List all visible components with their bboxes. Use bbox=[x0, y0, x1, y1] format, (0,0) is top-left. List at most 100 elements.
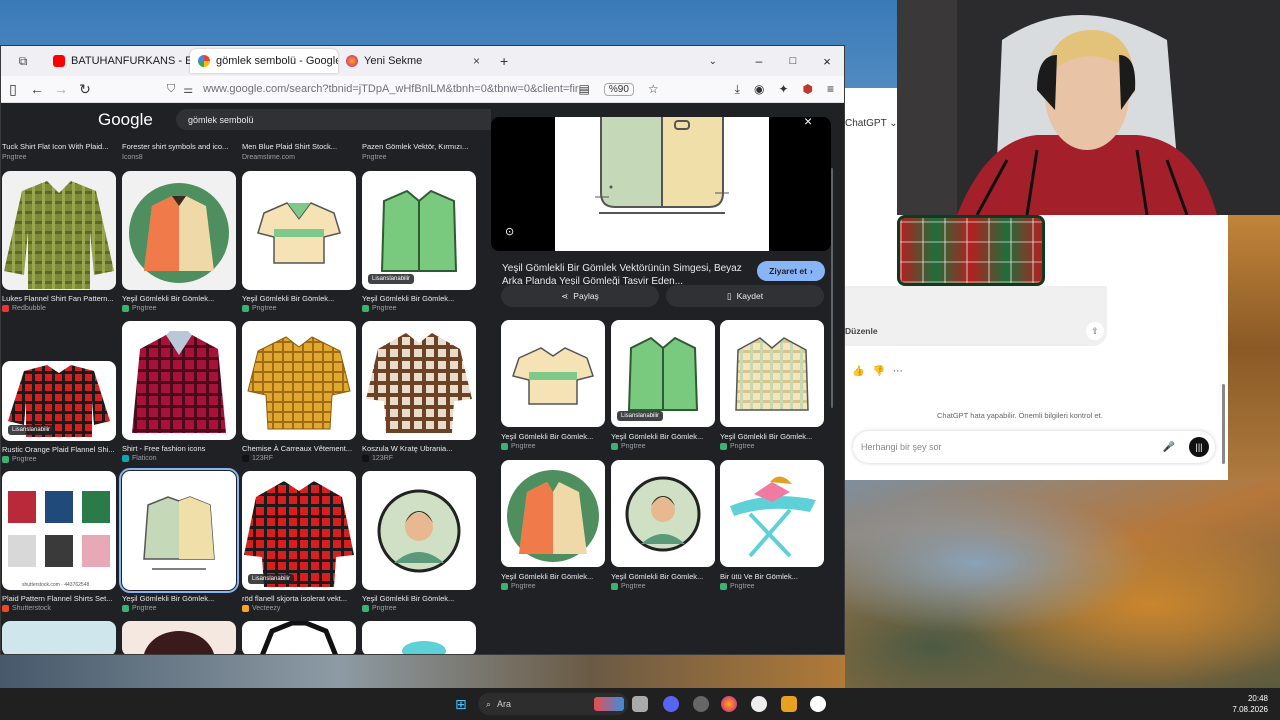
share-button[interactable]: ⋖ Paylaş bbox=[501, 285, 659, 307]
thumbs-down-icon[interactable]: 👎 bbox=[872, 366, 892, 377]
result-caption[interactable]: Tuck Shirt Flat Icon With Plaid... bbox=[2, 142, 108, 151]
search-input[interactable]: gömlek sembolü bbox=[188, 115, 499, 125]
result-caption[interactable]: Pazen Gömlek Vektör, Kırmızı... bbox=[362, 142, 468, 151]
model-selector[interactable]: ChatGPT ⌄ bbox=[845, 118, 898, 129]
result-source[interactable]: Pngtree bbox=[362, 154, 387, 161]
related-thumbnail[interactable] bbox=[720, 460, 824, 567]
url-field[interactable]: www.google.com/search?tbnid=jTDpA_wHfBnl… bbox=[203, 83, 578, 95]
result-thumbnail[interactable]: shutterstock.com · 443762548 bbox=[2, 471, 116, 590]
voice-mode-button[interactable]: ||| bbox=[1189, 437, 1209, 457]
forward-icon[interactable]: → bbox=[49, 81, 73, 97]
result-thumbnail[interactable] bbox=[122, 171, 236, 290]
result-source[interactable]: Pngtree bbox=[2, 154, 27, 161]
tab-google[interactable]: gömlek sembolü - Google'da A × bbox=[190, 49, 338, 73]
google-logo[interactable]: Google bbox=[98, 110, 153, 130]
download-icon[interactable]: ⤓ bbox=[735, 82, 740, 97]
firefox-icon[interactable] bbox=[721, 696, 737, 712]
windows-start-icon[interactable]: ⊞ bbox=[455, 696, 467, 713]
youtube-icon bbox=[53, 55, 65, 67]
mic-icon[interactable]: 🎤 bbox=[1163, 442, 1175, 453]
related-source: Pngtree bbox=[501, 443, 536, 450]
result-thumbnail[interactable] bbox=[362, 621, 476, 654]
reader-icon[interactable]: ▤ bbox=[579, 82, 590, 96]
close-window-button[interactable]: × bbox=[810, 54, 844, 69]
maximize-button[interactable]: □ bbox=[776, 55, 810, 67]
result-thumbnail[interactable] bbox=[362, 321, 476, 440]
scrollbar[interactable] bbox=[831, 168, 833, 408]
iron-image bbox=[402, 641, 446, 654]
system-clock[interactable]: 20:48 7.08.2026 bbox=[1232, 693, 1268, 715]
menu-icon[interactable]: ≡ bbox=[827, 82, 834, 96]
account-icon[interactable]: ◉ bbox=[754, 82, 764, 96]
result-source: Pngtree bbox=[122, 305, 157, 312]
preview-image[interactable]: ⊙ bbox=[491, 117, 831, 251]
green-shirt-image bbox=[380, 189, 458, 272]
minimize-button[interactable]: – bbox=[742, 54, 776, 68]
close-icon[interactable]: × bbox=[804, 113, 812, 129]
app-icon[interactable] bbox=[693, 696, 709, 712]
new-tab-button[interactable]: + bbox=[500, 53, 508, 69]
result-source: Pngtree bbox=[242, 305, 277, 312]
result-thumbnail[interactable]: Lisanslanabilir bbox=[2, 361, 116, 441]
related-thumbnail[interactable]: Lisanslanabilir bbox=[611, 320, 715, 427]
share-icon[interactable]: ⇪ bbox=[1086, 322, 1104, 340]
scrollbar[interactable] bbox=[1222, 384, 1225, 464]
reload-icon[interactable]: ↻ bbox=[73, 81, 97, 98]
sidebar-icon[interactable]: ▯ bbox=[1, 81, 25, 98]
tab-youtube[interactable]: BATUHANFURKANS - ERAY HC × bbox=[45, 49, 190, 73]
result-caption: Lukes Flannel Shirt Fan Pattern... bbox=[2, 294, 114, 303]
result-caption: Koszula W Kratę Ubrania... bbox=[362, 444, 453, 453]
result-thumbnail[interactable] bbox=[122, 321, 236, 440]
thumbs-up-icon[interactable]: 👍 bbox=[852, 366, 872, 377]
site-settings-icon[interactable]: ⚌ bbox=[183, 83, 193, 96]
more-icon[interactable]: ⋯ bbox=[893, 366, 911, 377]
taskbar-search[interactable]: ⌕ Ara bbox=[478, 693, 628, 715]
result-thumbnail[interactable] bbox=[122, 621, 236, 654]
related-caption: Yeşil Gömlekli Bir Gömlek... bbox=[720, 432, 813, 441]
obs-icon[interactable] bbox=[751, 696, 767, 712]
tab-overview-icon[interactable]: ⧉ bbox=[1, 54, 45, 69]
result-thumbnail[interactable] bbox=[362, 471, 476, 590]
chatgpt-icon[interactable] bbox=[810, 696, 826, 712]
related-thumbnail[interactable] bbox=[501, 460, 605, 567]
ublock-icon[interactable]: ⬢ bbox=[803, 82, 813, 96]
visit-button[interactable]: Ziyaret et › bbox=[757, 261, 825, 281]
tab-new[interactable]: Yeni Sekme × bbox=[338, 49, 488, 73]
related-thumbnail[interactable] bbox=[611, 460, 715, 567]
prompt-placeholder[interactable]: Herhangi bir şey sor bbox=[861, 442, 1163, 452]
result-thumbnail[interactable]: Lisanslanabilir bbox=[242, 471, 356, 590]
lens-icon[interactable]: ⊙ bbox=[505, 225, 514, 238]
result-thumbnail[interactable] bbox=[242, 621, 356, 654]
discord-icon[interactable] bbox=[663, 696, 679, 712]
chat-input[interactable]: Herhangi bir şey sor 🎤 ||| bbox=[853, 431, 1215, 463]
shield-icon[interactable]: ⛉ bbox=[167, 83, 175, 96]
result-source[interactable]: Icons8 bbox=[122, 154, 143, 161]
tab-bar: ⧉ BATUHANFURKANS - ERAY HC × gömlek semb… bbox=[1, 46, 844, 76]
result-caption[interactable]: Forester shirt symbols and ico... bbox=[122, 142, 228, 151]
related-thumbnail[interactable] bbox=[720, 320, 824, 427]
result-caption: Yeşil Gömlekli Bir Gömlek... bbox=[122, 294, 215, 303]
firefox-window: ⧉ BATUHANFURKANS - ERAY HC × gömlek semb… bbox=[0, 45, 845, 655]
result-thumbnail[interactable] bbox=[242, 321, 356, 440]
edit-button[interactable]: Düzenle bbox=[845, 326, 878, 336]
chevron-right-icon: › bbox=[809, 266, 813, 276]
task-view-icon[interactable] bbox=[632, 696, 648, 712]
result-thumbnail[interactable]: Lisanslanabilir bbox=[362, 171, 476, 290]
app-icon[interactable] bbox=[781, 696, 797, 712]
result-thumbnail[interactable] bbox=[119, 468, 239, 593]
bookmark-icon[interactable]: ☆ bbox=[648, 82, 659, 96]
result-thumbnail[interactable] bbox=[2, 171, 116, 290]
save-button[interactable]: ▯ Kaydet bbox=[666, 285, 824, 307]
result-thumbnail[interactable] bbox=[2, 621, 116, 654]
result-source[interactable]: Dreamstime.com bbox=[242, 154, 295, 161]
tab-list-icon[interactable]: ⌄ bbox=[709, 56, 717, 67]
tab-close-icon[interactable]: × bbox=[473, 54, 480, 68]
zoom-indicator[interactable]: %90 bbox=[603, 82, 634, 96]
generated-plaid-image[interactable] bbox=[897, 215, 1045, 286]
result-thumbnail[interactable] bbox=[242, 171, 356, 290]
extensions-icon[interactable]: ✦ bbox=[778, 82, 788, 96]
back-icon[interactable]: ← bbox=[25, 81, 49, 97]
result-caption[interactable]: Men Blue Plaid Shirt Stock... bbox=[242, 142, 337, 151]
related-thumbnail[interactable] bbox=[501, 320, 605, 427]
result-source: Pngtree bbox=[122, 605, 157, 612]
